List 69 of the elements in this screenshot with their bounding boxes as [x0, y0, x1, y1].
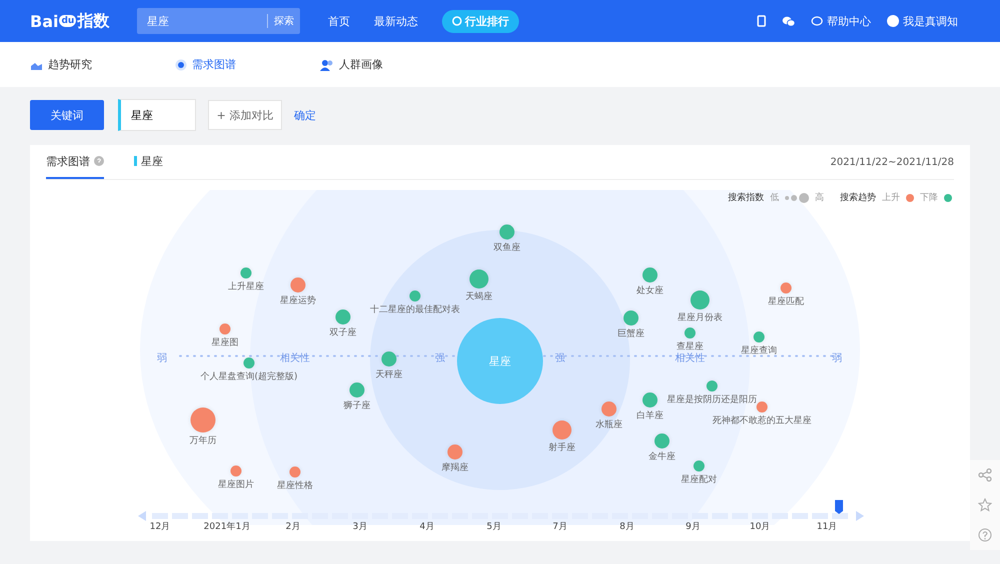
axis-label: 相关性: [280, 352, 310, 365]
sub-tab[interactable]: 需求图谱: [175, 57, 320, 72]
sub-tab[interactable]: 人群画像: [320, 57, 465, 72]
card-tab[interactable]: 星座: [134, 145, 163, 179]
node-label: 狮子座: [344, 400, 370, 410]
node-label: 星座配对: [681, 474, 717, 484]
node-label: 双鱼座: [494, 242, 520, 252]
month-label: 2021年1月: [204, 520, 250, 533]
month-label: 10月: [750, 521, 770, 533]
node-label: 死神都不敢惹的五大星座: [712, 416, 812, 426]
card-tab[interactable]: 需求图谱: [46, 145, 104, 179]
axis-label: 弱: [157, 352, 167, 365]
node-label: 万年历: [190, 436, 216, 446]
month-label: 7月: [552, 521, 568, 533]
legend-text: 下降: [920, 192, 938, 204]
logo-text: 指数: [77, 10, 110, 32]
confirm-link[interactable]: 确定: [294, 108, 316, 122]
node-label: 星座是按阴历还是阳历: [667, 394, 757, 404]
node-label: 双子座: [330, 328, 356, 338]
legend-text: 上升: [882, 192, 900, 204]
month-label: 12月: [150, 521, 170, 533]
legend-text: 高: [815, 192, 824, 204]
legend-label: 搜索指数: [728, 192, 764, 204]
axis-label: 弱: [832, 352, 842, 365]
axis-label: 强: [435, 352, 445, 365]
node-label: 个人星盘查询(超完整版): [200, 372, 298, 382]
user-menu[interactable]: 我是真调知: [887, 14, 958, 28]
month-label: 9月: [686, 521, 700, 533]
node-label: 上升星座: [228, 282, 264, 292]
legend-text: 低: [770, 192, 779, 204]
node-label: 射手座: [548, 442, 576, 452]
date-range: 2021/11/22~2021/11/28: [830, 156, 954, 168]
month-label: 5月: [486, 521, 502, 533]
axis-label: 相关性: [675, 352, 705, 365]
node-label: 白羊座: [636, 410, 664, 420]
node-label: 星座图片: [218, 480, 254, 490]
node-label: 星座匹配: [768, 296, 804, 306]
node-label: 巨蟹座: [618, 328, 644, 338]
keyword-button[interactable]: 关键词: [30, 100, 104, 130]
legend-label: 搜索趋势: [840, 192, 876, 204]
month-label: 3月: [352, 521, 368, 533]
add-compare-button[interactable]: + 添加对比: [208, 100, 282, 130]
node-label: 水瓶座: [596, 420, 622, 430]
help-link[interactable]: 帮助中心: [811, 14, 871, 28]
node-label: 天秤座: [376, 370, 402, 380]
node-label: 摩羯座: [442, 462, 468, 472]
node-label: 星座性格: [277, 480, 313, 490]
node-label: 星座查询: [741, 346, 777, 356]
node-label: 十二星座的最佳配对表: [370, 304, 460, 314]
node-label: 星座运势: [280, 296, 316, 306]
node-label: 处女座: [636, 286, 664, 296]
node-label: 查星座: [676, 342, 704, 352]
search-field[interactable]: 星座 探索: [137, 8, 300, 34]
month-label: 8月: [620, 521, 634, 533]
node-label: 星座图: [212, 338, 238, 348]
nav-link[interactable]: 首页: [328, 14, 350, 28]
node-label: 天蝎座: [466, 292, 492, 302]
node-label: 金牛座: [648, 452, 676, 462]
node-label: 星座月份表: [678, 312, 722, 322]
axis-label: 强: [555, 352, 565, 365]
logo-paw: du: [59, 15, 76, 27]
logo-text: Bai: [30, 12, 58, 30]
sub-tab[interactable]: 趋势研究: [30, 57, 175, 72]
month-label: 4月: [420, 521, 434, 533]
nav-link[interactable]: 最新动态: [374, 14, 418, 28]
month-label: 2月: [286, 521, 300, 533]
keyword-field[interactable]: 星座: [118, 99, 196, 131]
search-button[interactable]: 探索: [267, 14, 300, 28]
month-label: 11月: [816, 521, 838, 533]
